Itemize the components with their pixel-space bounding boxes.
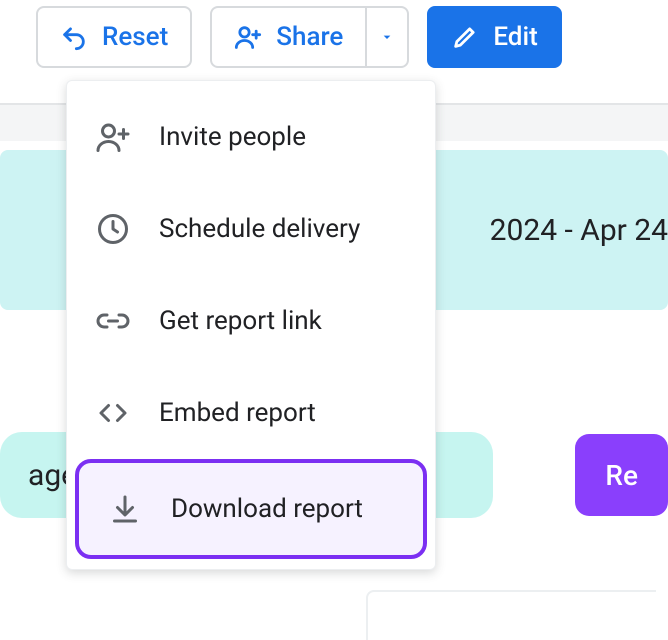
menu-item-invite-people[interactable]: Invite people bbox=[67, 91, 435, 183]
toolbar: Reset Share Edit bbox=[0, 0, 668, 74]
clock-icon bbox=[95, 211, 131, 247]
share-button[interactable]: Share bbox=[210, 6, 367, 68]
pencil-icon bbox=[451, 23, 479, 51]
review-button-label: Re bbox=[605, 459, 638, 492]
undo-icon bbox=[60, 23, 88, 51]
person-add-icon bbox=[234, 23, 262, 51]
menu-item-label: Schedule delivery bbox=[159, 214, 360, 244]
share-caret-button[interactable] bbox=[365, 6, 409, 68]
menu-item-schedule-delivery[interactable]: Schedule delivery bbox=[67, 183, 435, 275]
share-menu: Invite people Schedule delivery Get repo… bbox=[66, 80, 436, 570]
caret-down-icon bbox=[379, 29, 395, 45]
person-add-icon bbox=[95, 119, 131, 155]
share-split-button: Share bbox=[210, 6, 409, 68]
menu-item-get-link[interactable]: Get report link bbox=[67, 275, 435, 367]
menu-item-embed-report[interactable]: Embed report bbox=[67, 367, 435, 459]
menu-item-download-report[interactable]: Download report bbox=[75, 459, 427, 559]
menu-item-label: Download report bbox=[171, 494, 363, 524]
menu-item-label: Get report link bbox=[159, 306, 322, 336]
date-range-text: 2024 - Apr 24 bbox=[490, 213, 668, 248]
edit-button[interactable]: Edit bbox=[427, 6, 561, 68]
reset-button-label: Reset bbox=[102, 22, 168, 52]
menu-item-label: Invite people bbox=[159, 122, 306, 152]
link-icon bbox=[95, 303, 131, 339]
review-button[interactable]: Re bbox=[575, 434, 668, 516]
download-icon bbox=[107, 491, 143, 527]
reset-button[interactable]: Reset bbox=[36, 6, 192, 68]
menu-item-label: Embed report bbox=[159, 398, 316, 428]
share-button-label: Share bbox=[276, 22, 343, 52]
ghost-card bbox=[366, 590, 656, 640]
code-icon bbox=[95, 395, 131, 431]
edit-button-label: Edit bbox=[493, 22, 537, 52]
